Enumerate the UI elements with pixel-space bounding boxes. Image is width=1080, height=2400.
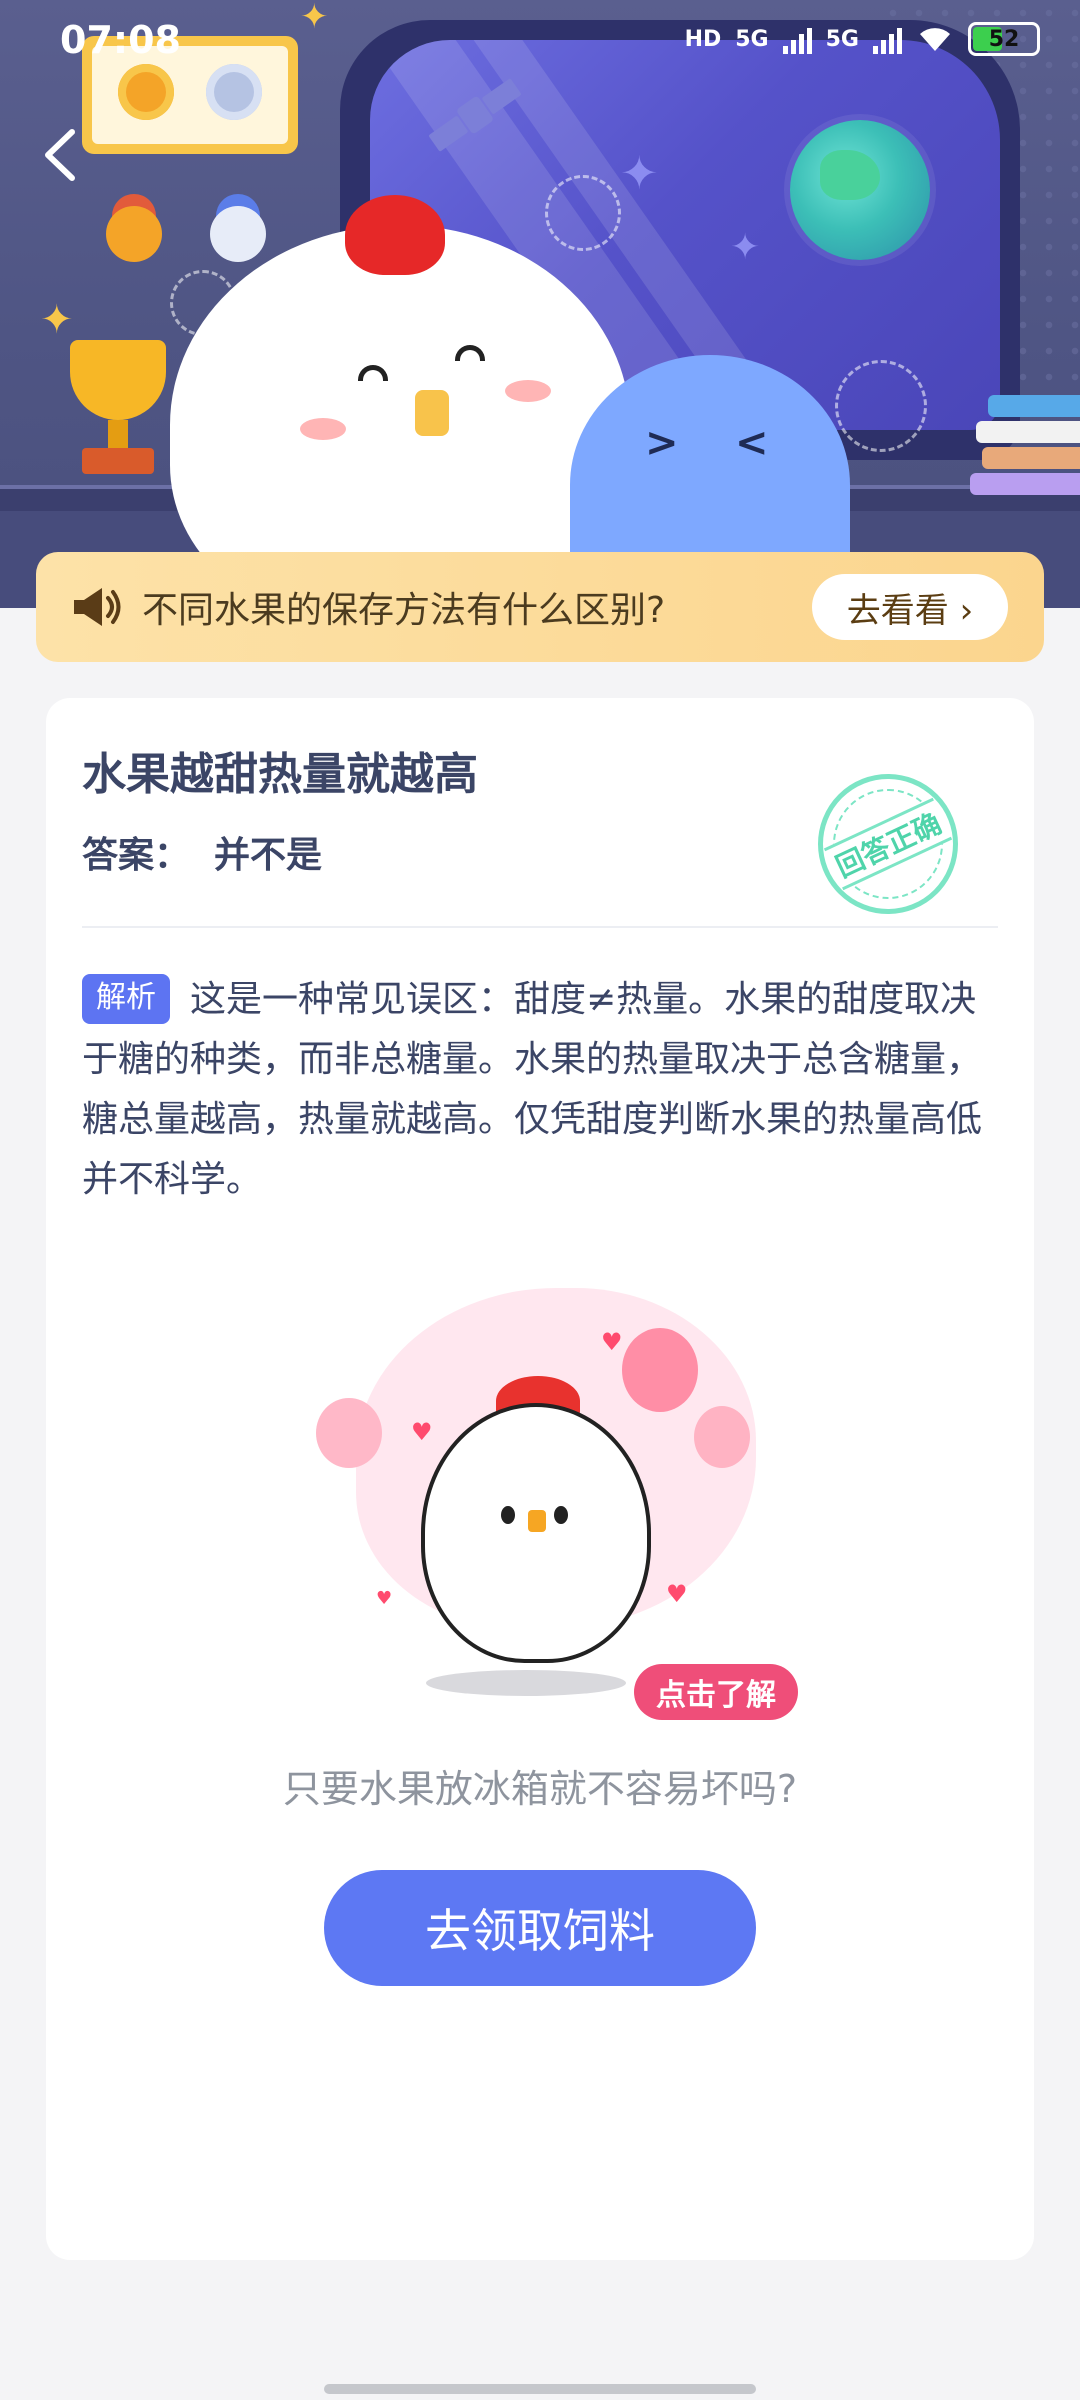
signal-icon — [873, 24, 902, 54]
planet-illustration — [790, 120, 930, 260]
star-icon: ✦ — [730, 227, 761, 268]
heart-icon: ♥ — [411, 1418, 433, 1446]
chicken-comb — [345, 195, 445, 275]
battery-icon: 52 — [968, 22, 1040, 56]
go-see-button[interactable]: 去看看 › — [812, 574, 1008, 640]
heart-icon: ♥ — [666, 1580, 688, 1608]
correct-stamp: 回答正确 — [818, 774, 958, 914]
signal-icon — [782, 24, 812, 54]
back-chevron-icon — [45, 129, 75, 181]
answer-value: 并不是 — [214, 835, 323, 876]
learn-more-button[interactable]: 点击了解 — [634, 1664, 798, 1720]
trophy-icon — [58, 340, 178, 490]
chicken-illustration[interactable]: ♥ ♥ ♥ ♥ 点击了解 — [316, 1288, 798, 1720]
page: ✦ ✦ ✦ ✦ > < 07:08 HD 5G 5G 52 不同水果的保存方法有… — [0, 0, 1080, 2400]
network-label: 5G — [825, 26, 859, 52]
star-icon: ✦ — [620, 146, 659, 200]
hd-badge: HD — [684, 26, 722, 52]
heart-balloon-icon — [694, 1406, 750, 1468]
battery-level: 52 — [988, 26, 1020, 52]
answer-card: 水果越甜热量就越高 答案： 并不是 回答正确 解析 这是一种常见误区：甜度≠热量。水… — [46, 698, 1034, 2260]
network-label: 5G — [735, 26, 769, 52]
status-icons: HD 5G 5G 52 — [685, 22, 1040, 56]
books-illustration — [970, 395, 1080, 499]
related-question-banner[interactable]: 不同水果的保存方法有什么区别? 去看看 › — [36, 552, 1044, 662]
hero-illustration: ✦ ✦ ✦ ✦ > < — [0, 0, 1080, 608]
next-question-link[interactable]: 只要水果放冰箱就不容易坏吗? — [46, 1758, 1034, 1813]
back-button[interactable] — [30, 120, 90, 190]
gold-medal-icon — [118, 64, 174, 120]
silver-medal-icon — [206, 64, 262, 120]
sparkle-icon: ✦ — [40, 297, 74, 343]
speaker-icon — [74, 588, 121, 626]
analysis-text: 这是一种常见误区：甜度≠热量。水果的甜度取决于糖的种类，而非总糖量。水果的热量取… — [82, 979, 983, 1200]
question-title: 水果越甜热量就越高 — [82, 749, 478, 800]
balloon-icon — [622, 1328, 698, 1412]
status-time: 07:08 — [60, 18, 181, 62]
satellite-icon — [429, 78, 521, 152]
heart-icon: ♥ — [601, 1328, 623, 1356]
sparkle-icon: ✦ — [300, 0, 329, 37]
divider — [82, 926, 998, 928]
chicken-mascot — [170, 225, 630, 608]
analysis-paragraph: 解析 这是一种常见误区：甜度≠热量。水果的甜度取决于糖的种类，而非总糖量。水果的热… — [82, 970, 998, 1210]
stamp-text: 回答正确 — [823, 797, 953, 891]
claim-feed-button[interactable]: 去领取饲料 — [324, 1870, 756, 1986]
banner-question: 不同水果的保存方法有什么区别? — [142, 590, 666, 631]
analysis-tag: 解析 — [82, 974, 170, 1024]
home-indicator[interactable] — [324, 2384, 756, 2394]
answer-label: 答案： — [82, 835, 191, 876]
chicken-body — [421, 1403, 651, 1663]
bronze-medal-icon — [106, 206, 162, 262]
heart-balloon-icon — [316, 1398, 382, 1468]
wifi-icon — [920, 28, 950, 51]
answer-row: 答案： 并不是 — [82, 826, 322, 878]
silver-medal-icon — [210, 206, 266, 262]
heart-icon: ♥ — [376, 1588, 393, 1609]
